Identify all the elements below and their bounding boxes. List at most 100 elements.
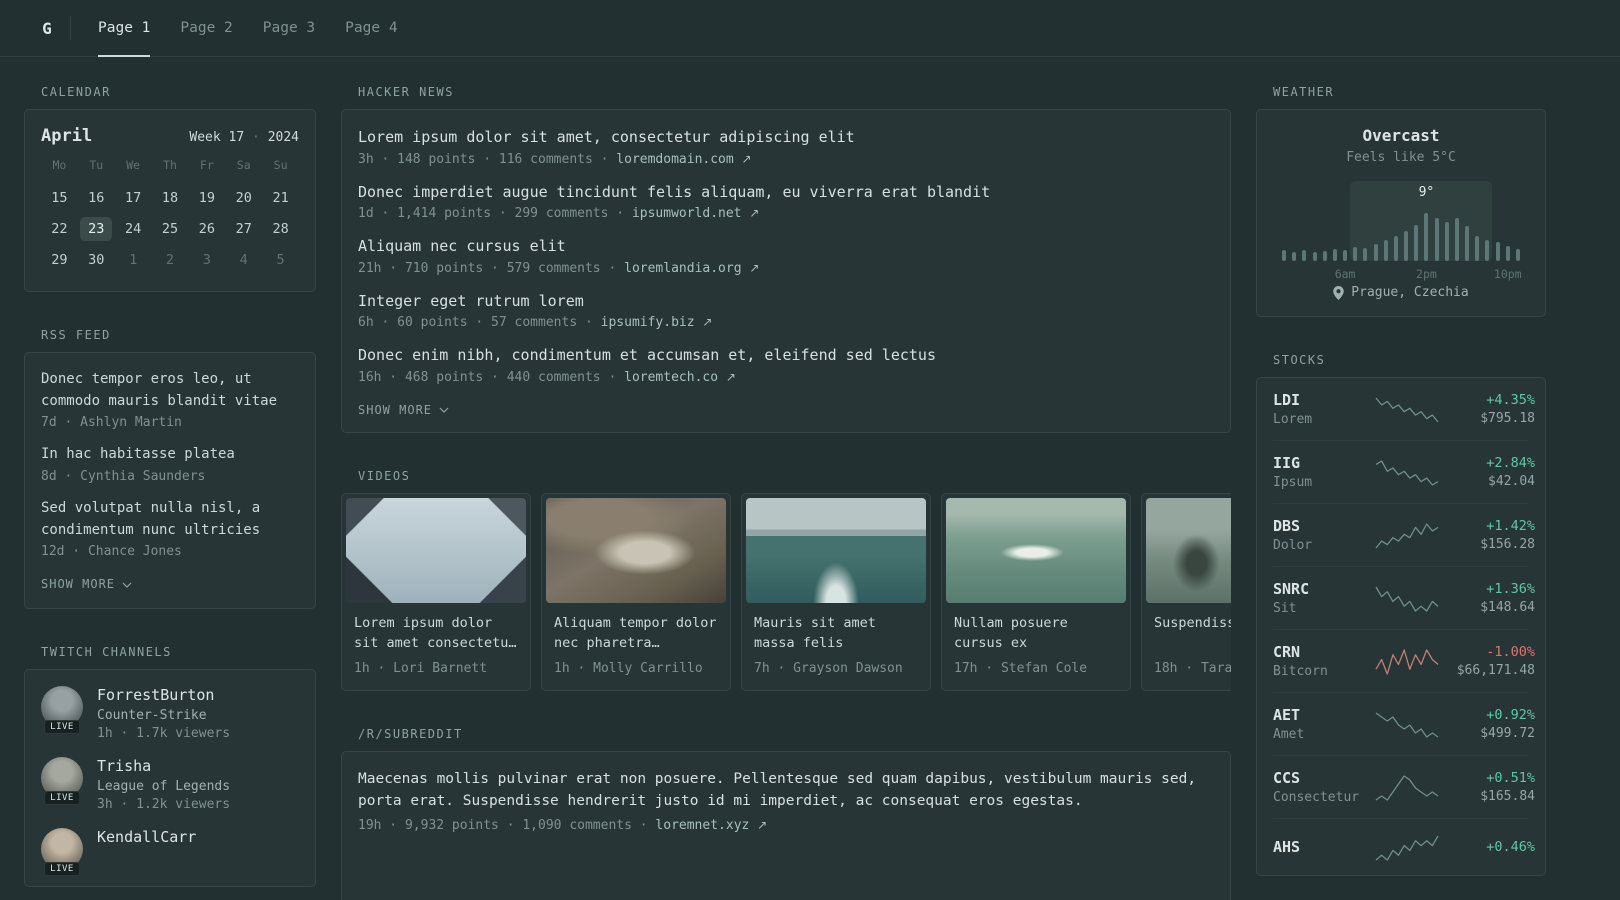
twitch-channel-name[interactable]: ForrestBurton <box>97 686 230 704</box>
calendar-day: 4 <box>239 251 248 268</box>
stock-symbol: DBS <box>1273 517 1301 535</box>
tab-page-3[interactable]: Page 3 <box>248 0 330 56</box>
hn-item-title[interactable]: Donec imperdiet augue tincidunt felis al… <box>358 181 1214 204</box>
video-thumbnail-boat-wake[interactable] <box>746 497 926 603</box>
external-link-icon: ↗ <box>757 818 768 833</box>
hn-item-title[interactable]: Aliquam nec cursus elit <box>358 235 1214 258</box>
video-thumbnail-camera-hands[interactable] <box>546 497 726 603</box>
video-card[interactable]: Aliquam tempor dolor nec pharetra… 1h · M… <box>541 492 731 691</box>
item-domain[interactable]: ipsumify.biz <box>601 315 695 330</box>
weather-bar <box>1332 249 1337 261</box>
video-title[interactable]: Mauris sit amet massa felis <box>754 613 918 655</box>
left-column: CALENDAR April Week 17 · 2024 Mo Tu We Th Fr… <box>24 85 316 900</box>
avatar[interactable]: LIVE <box>41 828 83 877</box>
live-badge: LIVE <box>44 791 80 806</box>
twitch-channel-name[interactable]: KendallCarr <box>97 828 196 846</box>
stock-sparkline <box>1375 460 1439 486</box>
external-link-icon: ↗ <box>749 260 760 275</box>
stock-sparkline <box>1375 712 1439 738</box>
weather-feels-like: Feels like 5°C <box>1346 150 1456 165</box>
weather-bar <box>1322 251 1327 261</box>
twitch-channel-meta: 1h · 1.7k viewers <box>97 726 231 742</box>
weather-hour-label: 2pm <box>1416 267 1437 281</box>
tab-page-1[interactable]: Page 1 <box>83 0 165 57</box>
hn-item: Integer eget rutrum lorem 6h · 60 points … <box>358 290 1214 331</box>
weather-bar <box>1444 222 1449 261</box>
stock-change: +1.42% <box>1486 518 1535 534</box>
stock-row-dbs[interactable]: DBS Dolor +1.42% $156.28 <box>1273 504 1535 567</box>
twitch-channel-name[interactable]: Trisha <box>97 757 230 775</box>
calendar-dow: Tu <box>89 158 104 172</box>
video-title[interactable]: Suspendisse diam <box>1154 613 1231 655</box>
item-domain[interactable]: loremtech.co <box>624 370 718 385</box>
twitch-channel: LIVE KendallCarr <box>41 828 299 877</box>
video-thumbnail-canoe-lake[interactable] <box>946 497 1126 603</box>
rss-show-more-button[interactable]: SHOW MORE <box>41 577 132 591</box>
twitch-widget-title: TWITCH CHANNELS <box>41 645 172 660</box>
hn-item: Donec enim nibh, condimentum et accumsan… <box>358 344 1214 385</box>
stock-row-iig[interactable]: IIG Ipsum +2.84% $42.04 <box>1273 441 1535 504</box>
video-card[interactable]: Nullam posuere cursus ex 17h · Stefan Col… <box>941 492 1131 691</box>
hackernews-show-more-button[interactable]: SHOW MORE <box>358 403 449 417</box>
tab-page-2[interactable]: Page 2 <box>165 0 247 56</box>
stock-sparkline <box>1375 586 1439 612</box>
item-domain[interactable]: ipsumworld.net <box>632 206 742 221</box>
subreddit-post-title[interactable]: Maecenas mollis pulvinar erat non posuer… <box>358 768 1214 813</box>
calendar-day: 19 <box>198 189 215 206</box>
rss-list: Donec tempor eros leo, ut commodo mauris… <box>41 369 299 559</box>
video-card[interactable]: Mauris sit amet massa felis 7h · Grayson … <box>741 492 931 691</box>
video-card[interactable]: Suspendisse diam 18h · Tara <box>1141 492 1231 691</box>
rss-item-title[interactable]: Sed volutpat nulla nisl, a condimentum n… <box>41 498 299 541</box>
twitch-card: LIVE ForrestBurton Counter-Strike 1h · 1.7k… <box>24 669 316 888</box>
rss-item-title[interactable]: Donec tempor eros leo, ut commodo mauris… <box>41 369 299 412</box>
video-thumbnail-foggy-figure[interactable] <box>1146 497 1231 603</box>
item-meta: 3h · 148 points · 116 comments <box>358 151 593 167</box>
stock-price: $156.28 <box>1480 537 1535 552</box>
calendar-dow: Th <box>163 158 177 172</box>
rss-item: In hac habitasse platea 8d · Cynthia Saun… <box>41 444 299 484</box>
twitch-channel-meta: 3h · 1.2k viewers <box>97 797 231 813</box>
show-more-label: SHOW MORE <box>41 577 116 592</box>
item-domain[interactable]: loremnet.xyz <box>655 818 749 833</box>
item-domain[interactable]: loremdomain.com <box>616 152 733 167</box>
avatar[interactable]: LIVE <box>41 686 83 735</box>
video-thumbnail-cross-sky[interactable] <box>346 497 526 603</box>
tab-page-4[interactable]: Page 4 <box>330 0 412 56</box>
weather-bar <box>1363 248 1368 261</box>
stock-sparkline <box>1375 523 1439 549</box>
stock-row-aet[interactable]: AET Amet +0.92% $499.72 <box>1273 693 1535 756</box>
location-pin-icon <box>1333 285 1345 300</box>
page-tabs: Page 1 Page 2 Page 3 Page 4 <box>83 0 413 57</box>
video-title[interactable]: Aliquam tempor dolor nec pharetra… <box>554 613 718 655</box>
calendar-card: April Week 17 · 2024 Mo Tu We Th Fr Sa Su 15 16… <box>24 109 316 292</box>
rss-item-title[interactable]: In hac habitasse platea <box>41 444 299 466</box>
stock-change: +0.46% <box>1486 839 1535 855</box>
weather-widget: WEATHER Overcast Feels like 5°C 9° 6am 2p… <box>1256 85 1546 317</box>
stock-price: $148.64 <box>1480 600 1535 615</box>
stock-row-ldi[interactable]: LDI Lorem +4.35% $795.18 <box>1273 378 1535 441</box>
hn-item-title[interactable]: Integer eget rutrum lorem <box>358 290 1214 313</box>
item-meta: 19h · 9,932 points · 1,090 comments <box>358 818 632 834</box>
twitch-channel-game[interactable]: Counter-Strike <box>97 708 230 723</box>
stock-row-crn[interactable]: CRN Bitcorn -1.00% $66,171.48 <box>1273 630 1535 693</box>
hn-item-title[interactable]: Donec enim nibh, condimentum et accumsan… <box>358 344 1214 367</box>
stock-row-snrc[interactable]: SNRC Sit +1.36% $148.64 <box>1273 567 1535 630</box>
video-title[interactable]: Nullam posuere cursus ex <box>954 613 1118 655</box>
subreddit-widget-title: /R/SUBREDDIT <box>358 726 463 741</box>
weather-bar <box>1465 226 1470 261</box>
video-title[interactable]: Lorem ipsum dolor sit amet consectetu… <box>354 613 518 655</box>
subreddit-post: Maecenas mollis pulvinar erat non posuer… <box>358 768 1214 834</box>
videos-widget-title: VIDEOS <box>358 468 411 483</box>
stock-row-ahs[interactable]: AHS +0.46% <box>1273 819 1535 875</box>
video-card[interactable]: Lorem ipsum dolor sit amet consectetu… 1h… <box>341 492 531 691</box>
rss-item-meta: 7d · Ashlyn Martin <box>41 415 182 431</box>
calendar-day: 5 <box>276 251 285 268</box>
avatar[interactable]: LIVE <box>41 757 83 806</box>
calendar-dow: Fr <box>199 158 214 172</box>
twitch-channel-game[interactable]: League of Legends <box>97 779 230 794</box>
item-domain[interactable]: loremlandia.org <box>624 261 741 276</box>
stock-change: -1.00% <box>1486 644 1535 660</box>
hn-item-title[interactable]: Lorem ipsum dolor sit amet, consectetur … <box>358 126 1214 149</box>
stock-row-ccs[interactable]: CCS Consectetur +0.51% $165.84 <box>1273 756 1535 819</box>
calendar-widget: CALENDAR April Week 17 · 2024 Mo Tu We Th Fr… <box>24 85 316 292</box>
